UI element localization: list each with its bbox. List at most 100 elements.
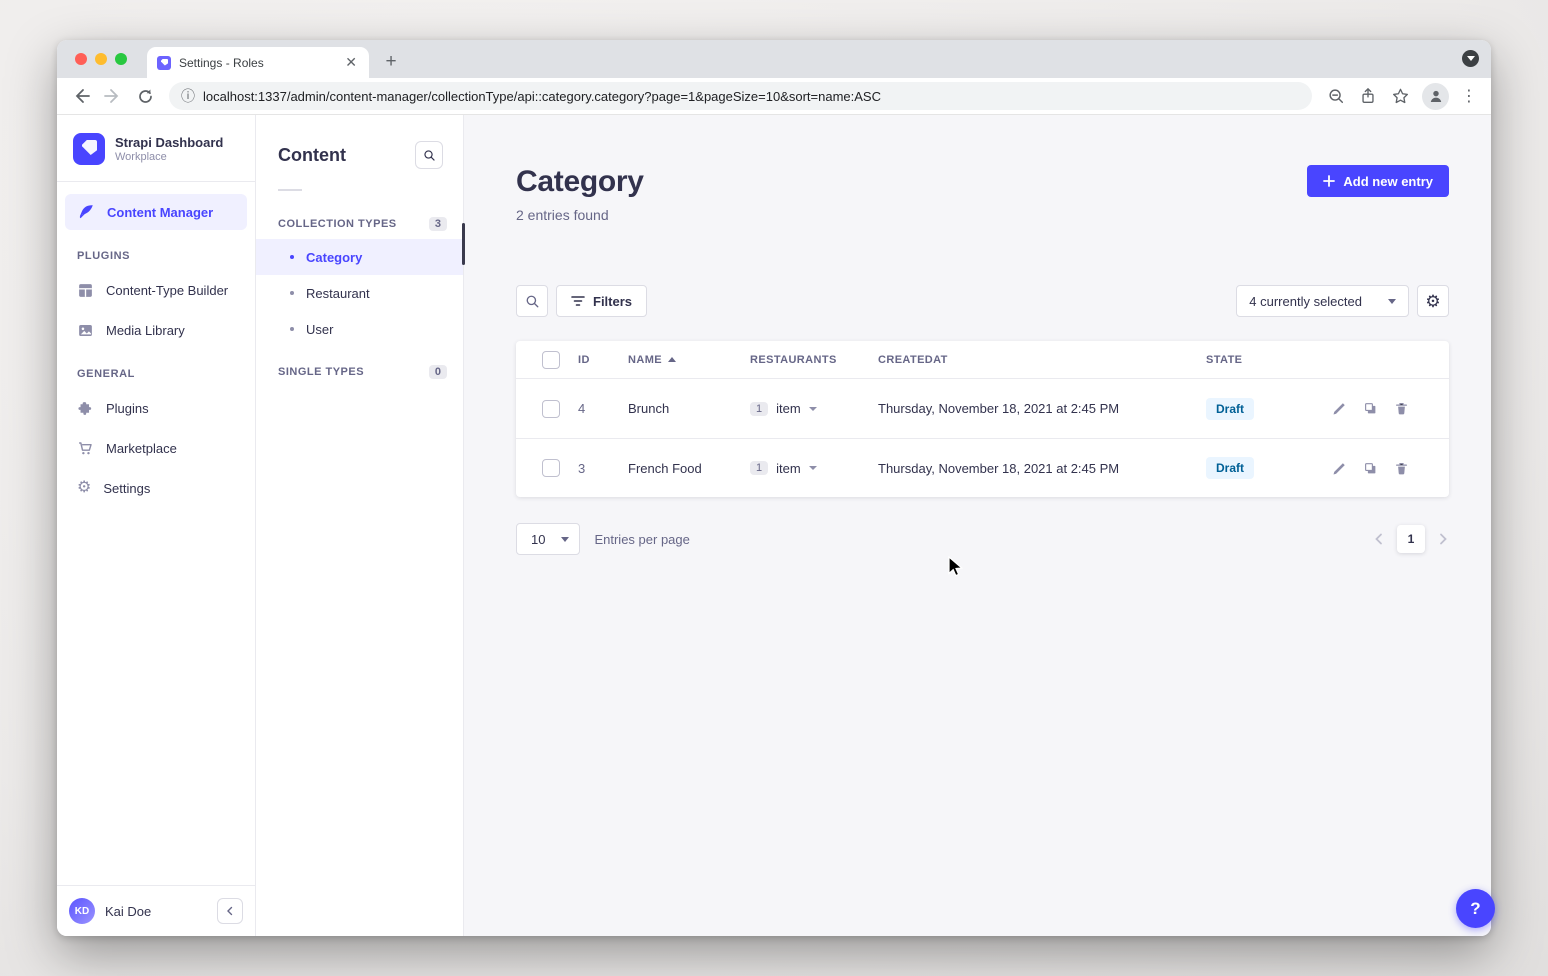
collection-types-count-badge: 3 [429, 217, 447, 231]
cell-restaurants[interactable]: 1 item [750, 401, 878, 416]
forward-button[interactable] [99, 82, 127, 110]
minimize-window-button[interactable] [95, 53, 107, 65]
subnav-item-restaurant[interactable]: Restaurant [256, 275, 463, 311]
table-row[interactable]: 3 French Food 1 item Thursday, November … [516, 438, 1449, 497]
edit-pencil-icon[interactable] [1332, 461, 1347, 476]
page-size-value: 10 [531, 532, 545, 547]
cart-icon [77, 440, 94, 457]
bullet-icon [290, 327, 294, 331]
sort-ascending-icon [668, 357, 676, 362]
tab-search-button[interactable] [1462, 50, 1479, 67]
browser-profile-avatar[interactable] [1422, 83, 1449, 110]
sidebar-item-content-manager[interactable]: Content Manager [65, 194, 247, 230]
sidebar-item-plugins[interactable]: Plugins [65, 390, 247, 426]
column-header-createdat[interactable]: CREATEDAT [878, 354, 1206, 366]
share-icon[interactable] [1354, 82, 1382, 110]
brand: Strapi Dashboard Workplace [57, 115, 255, 181]
page-title: Category [516, 165, 644, 199]
column-header-name[interactable]: NAME [628, 354, 750, 366]
delete-trash-icon[interactable] [1394, 401, 1409, 416]
cell-name: French Food [628, 461, 750, 476]
row-checkbox[interactable] [542, 400, 560, 418]
tab-close-icon[interactable]: ✕ [343, 54, 359, 71]
sidebar-item-label: Content Manager [107, 205, 213, 220]
content-subnav: Content COLLECTION TYPES 3 Category Rest… [256, 115, 464, 936]
add-new-entry-button[interactable]: Add new entry [1307, 165, 1449, 197]
column-header-id[interactable]: ID [578, 354, 628, 366]
page-number-button[interactable]: 1 [1397, 525, 1425, 553]
sidebar-item-media-library[interactable]: Media Library [65, 312, 247, 348]
sidebar-item-content-type-builder[interactable]: Content-Type Builder [65, 272, 247, 308]
table-row[interactable]: 4 Brunch 1 item Thursday, November 18, 2… [516, 379, 1449, 438]
cell-id: 3 [578, 461, 628, 476]
chevron-down-icon [1388, 299, 1396, 304]
entries-table: ID NAME RESTAURANTS CREATEDAT STATE 4 Br… [516, 341, 1449, 497]
help-button[interactable]: ? [1456, 889, 1495, 928]
layout-icon [77, 282, 94, 299]
sidebar-item-marketplace[interactable]: Marketplace [65, 430, 247, 466]
column-header-state[interactable]: STATE [1206, 354, 1324, 366]
duplicate-icon[interactable] [1363, 461, 1378, 476]
delete-trash-icon[interactable] [1394, 461, 1409, 476]
sidebar-item-settings[interactable]: ⚙ Settings [65, 470, 247, 506]
site-info-icon[interactable]: ⓘ [181, 86, 195, 106]
chevron-down-icon [809, 466, 817, 470]
relation-label: item [776, 401, 801, 416]
maximize-window-button[interactable] [115, 53, 127, 65]
sidebar-section-plugins: PLUGINS [57, 232, 255, 270]
edit-pencil-icon[interactable] [1332, 401, 1347, 416]
url-bar[interactable]: ⓘ localhost:1337/admin/content-manager/c… [169, 82, 1312, 110]
close-window-button[interactable] [75, 53, 87, 65]
sidebar-section-general: GENERAL [57, 350, 255, 388]
subnav-search-button[interactable] [415, 141, 443, 169]
zoom-icon[interactable] [1322, 82, 1350, 110]
view-settings-button[interactable]: ⚙ [1417, 285, 1449, 317]
window-controls[interactable] [75, 53, 127, 65]
column-header-restaurants[interactable]: RESTAURANTS [750, 354, 878, 366]
relation-label: item [776, 461, 801, 476]
filters-button[interactable]: Filters [556, 285, 647, 317]
table-search-button[interactable] [516, 285, 548, 317]
row-checkbox[interactable] [542, 459, 560, 477]
table-header-row: ID NAME RESTAURANTS CREATEDAT STATE [516, 341, 1449, 379]
subnav-title: Content [278, 145, 346, 166]
subnav-scrollbar-thumb[interactable] [462, 223, 465, 265]
collapse-sidebar-button[interactable] [217, 898, 243, 924]
filters-label: Filters [593, 294, 632, 309]
user-name: Kai Doe [105, 904, 207, 919]
filter-icon [571, 295, 585, 307]
cell-name: Brunch [628, 401, 750, 416]
subnav-item-category[interactable]: Category [256, 239, 463, 275]
plus-icon [1323, 175, 1335, 187]
new-tab-button[interactable]: + [377, 48, 405, 76]
fields-selected-dropdown[interactable]: 4 currently selected [1236, 285, 1409, 317]
subnav-divider [278, 189, 302, 191]
cell-createdat: Thursday, November 18, 2021 at 2:45 PM [878, 401, 1206, 416]
state-badge: Draft [1206, 398, 1254, 420]
subnav-item-label: User [306, 322, 333, 337]
browser-tab[interactable]: Settings - Roles ✕ [147, 47, 369, 78]
cell-createdat: Thursday, November 18, 2021 at 2:45 PM [878, 461, 1206, 476]
back-button[interactable] [67, 82, 95, 110]
previous-page-chevron-icon[interactable] [1373, 533, 1385, 545]
browser-menu-icon[interactable]: ⋮ [1457, 86, 1481, 106]
fields-selected-value: 4 currently selected [1249, 294, 1362, 309]
cell-restaurants[interactable]: 1 item [750, 461, 878, 476]
next-page-chevron-icon[interactable] [1437, 533, 1449, 545]
user-avatar[interactable]: KD [69, 898, 95, 924]
strapi-favicon [157, 56, 171, 70]
url-text: localhost:1337/admin/content-manager/col… [203, 89, 881, 104]
relation-count-badge: 1 [750, 461, 768, 475]
main-sidebar: Strapi Dashboard Workplace Content Manag… [57, 115, 256, 936]
sidebar-item-label: Settings [103, 481, 150, 496]
sidebar-item-label: Marketplace [106, 441, 177, 456]
single-types-label: SINGLE TYPES [278, 366, 364, 378]
page-size-select[interactable]: 10 [516, 523, 580, 555]
gear-icon: ⚙ [77, 480, 91, 496]
duplicate-icon[interactable] [1363, 401, 1378, 416]
select-all-checkbox[interactable] [542, 351, 560, 369]
bookmark-star-icon[interactable] [1386, 82, 1414, 110]
feather-pen-icon [77, 203, 95, 221]
subnav-item-user[interactable]: User [256, 311, 463, 347]
reload-button[interactable] [131, 82, 159, 110]
